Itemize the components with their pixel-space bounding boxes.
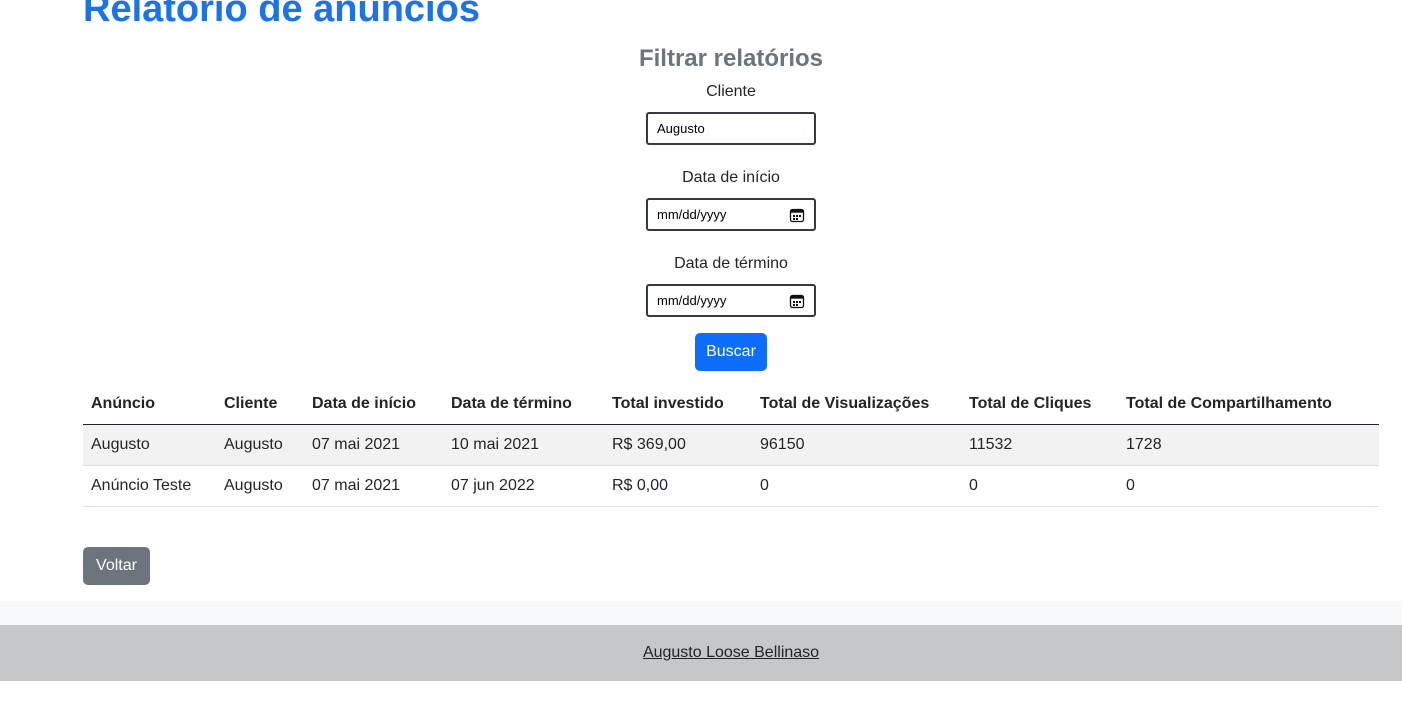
footer: Augusto Loose Bellinaso	[0, 625, 1402, 681]
client-label: Cliente	[706, 83, 756, 100]
table-row: Anúncio Teste Augusto 07 mai 2021 07 jun…	[83, 465, 1379, 507]
table-cell: Anúncio Teste	[83, 465, 216, 507]
table-header-row: Anúncio Cliente Data de início Data de t…	[83, 384, 1379, 425]
table-cell: Augusto	[83, 424, 216, 466]
start-date-label: Data de início	[682, 169, 780, 186]
start-date-input[interactable]: mm/dd/yyyy	[657, 207, 726, 222]
table-cell: Augusto	[216, 424, 304, 466]
back-button[interactable]: Voltar	[83, 547, 150, 585]
footer-spacer	[0, 601, 1402, 625]
table-cell: 1728	[1118, 424, 1379, 466]
page-title: Relatório de anúncios	[83, 0, 480, 30]
table-cell: 07 jun 2022	[443, 465, 604, 507]
report-table: Anúncio Cliente Data de início Data de t…	[83, 384, 1379, 507]
table-cell: Augusto	[216, 465, 304, 507]
table-cell: 96150	[752, 424, 961, 466]
client-field[interactable]	[646, 112, 816, 145]
table-cell: R$ 369,00	[604, 424, 752, 466]
column-header: Total de Cliques	[961, 384, 1118, 425]
table-cell: 07 mai 2021	[304, 465, 443, 507]
end-date-field[interactable]: mm/dd/yyyy	[646, 284, 816, 317]
filter-form: Filtrar relatórios Cliente Data de iníci…	[0, 42, 1402, 371]
table-cell: 10 mai 2021	[443, 424, 604, 466]
column-header: Total de Visualizações	[752, 384, 961, 425]
end-date-input[interactable]: mm/dd/yyyy	[657, 293, 726, 308]
column-header: Data de término	[443, 384, 604, 425]
start-date-field[interactable]: mm/dd/yyyy	[646, 198, 816, 231]
table-row: Augusto Augusto 07 mai 2021 10 mai 2021 …	[83, 424, 1379, 466]
column-header: Total investido	[604, 384, 752, 425]
client-input[interactable]	[657, 121, 777, 136]
table-cell: 0	[1118, 465, 1379, 507]
calendar-icon[interactable]	[789, 207, 805, 223]
table-cell: R$ 0,00	[604, 465, 752, 507]
table-cell: 11532	[961, 424, 1118, 466]
table-cell: 07 mai 2021	[304, 424, 443, 466]
search-button[interactable]: Buscar	[695, 333, 767, 371]
table-cell: 0	[752, 465, 961, 507]
column-header: Cliente	[216, 384, 304, 425]
calendar-icon[interactable]	[789, 293, 805, 309]
table-cell: 0	[961, 465, 1118, 507]
column-header: Total de Compartilhamento	[1118, 384, 1379, 425]
column-header: Data de início	[304, 384, 443, 425]
column-header: Anúncio	[83, 384, 216, 425]
filter-title: Filtrar relatórios	[638, 45, 824, 72]
end-date-label: Data de término	[674, 255, 788, 272]
author-link[interactable]: Augusto Loose Bellinaso	[643, 644, 819, 662]
